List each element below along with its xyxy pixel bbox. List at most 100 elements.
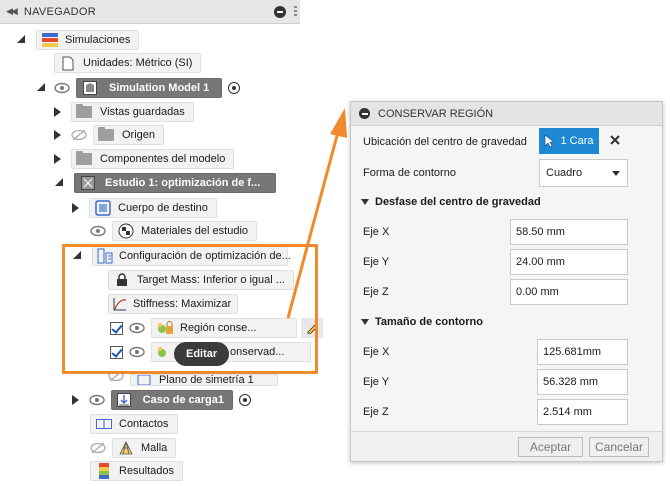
folder-icon	[76, 104, 92, 118]
tree-item-study[interactable]: Estudio 1: optimización de f...	[54, 173, 276, 193]
size-z-label: Eje Z	[363, 406, 389, 418]
preserve-region-dialog: CONSERVAR REGIÓN Ubicación del centro de…	[350, 101, 663, 462]
collapse-section-icon	[361, 199, 369, 205]
expand-arrow-icon[interactable]	[54, 130, 61, 140]
expand-triangle-icon[interactable]	[36, 82, 46, 94]
collapse-icon[interactable]: ◀◀	[6, 6, 18, 17]
tree-item-model-components[interactable]: Componentes del modelo	[54, 149, 235, 169]
expand-arrow-icon[interactable]	[72, 395, 79, 405]
ok-button[interactable]: Aceptar	[518, 437, 583, 457]
shape-dropdown[interactable]: Cuadro	[539, 159, 628, 187]
tree-label: Cuerpo de destino	[118, 202, 208, 214]
size-y-value: 56.328 mm	[543, 376, 599, 388]
materials-icon	[117, 223, 135, 239]
chevron-down-icon	[612, 171, 620, 176]
centroid-row: Ubicación del centro de gravedad	[363, 130, 527, 154]
expand-arrow-icon[interactable]	[54, 107, 61, 117]
size-x-value: 125.681mm	[543, 346, 602, 358]
tree-item-study-materials[interactable]: Materiales del estudio	[90, 221, 258, 241]
mesh-icon	[117, 440, 135, 456]
offset-y-label: Eje Y	[363, 256, 390, 268]
tree-label: Vistas guardadas	[100, 106, 185, 118]
activate-radio-icon[interactable]	[239, 394, 251, 406]
tree-label: Contactos	[119, 418, 169, 430]
clear-selection-icon[interactable]	[608, 133, 622, 147]
face-selection-button[interactable]: 1 Cara	[539, 128, 599, 154]
tree-label: Componentes del modelo	[100, 153, 226, 165]
offset-z-input[interactable]: 0.00 mm	[510, 279, 628, 305]
document-icon	[59, 55, 77, 71]
tree-item-load-case[interactable]: Caso de carga1	[72, 390, 251, 410]
eye-hidden-icon[interactable]	[71, 129, 87, 141]
expand-triangle-icon[interactable]	[16, 34, 26, 46]
contacts-icon	[95, 416, 113, 432]
folder-icon	[98, 127, 114, 141]
collapse-section-icon	[361, 319, 369, 325]
eye-icon[interactable]	[89, 394, 105, 406]
tree-item-results[interactable]: Resultados	[90, 461, 184, 481]
tree-label: Unidades: Métrico (SI)	[83, 57, 193, 69]
size-section-title: Tamaño de contorno	[375, 316, 483, 328]
offset-z-label: Eje Z	[363, 286, 389, 298]
offset-z-row: Eje Z	[363, 280, 389, 304]
shape-value: Cuadro	[546, 167, 583, 179]
dialog-footer: Aceptar Cancelar	[351, 431, 662, 461]
tree-item-model[interactable]: Simulation Model 1	[36, 78, 240, 98]
tree-label: Resultados	[119, 465, 175, 477]
cursor-arrow-icon	[545, 134, 556, 148]
size-y-input[interactable]: 56.328 mm	[537, 369, 628, 395]
size-y-label: Eje Y	[363, 376, 390, 388]
eye-icon[interactable]	[54, 82, 70, 94]
minimize-icon[interactable]	[274, 6, 286, 18]
offset-x-input[interactable]: 58.50 mm	[510, 219, 628, 245]
offset-x-row: Eje X	[363, 220, 389, 244]
grip-icon[interactable]	[294, 6, 297, 18]
target-body-icon	[94, 200, 112, 216]
tree-label: Simulation Model 1	[109, 82, 210, 94]
eye-hidden-icon[interactable]	[90, 442, 106, 454]
dialog-title: CONSERVAR REGIÓN	[378, 107, 494, 120]
expand-arrow-icon[interactable]	[54, 154, 61, 164]
tree-item-units[interactable]: Unidades: Métrico (SI)	[54, 53, 202, 73]
offset-y-row: Eje Y	[363, 250, 389, 274]
offset-y-value: 24.00 mm	[516, 256, 565, 268]
expand-arrow-icon[interactable]	[72, 203, 79, 213]
browser-header: ◀◀ NAVEGADOR	[0, 0, 300, 24]
offset-z-value: 0.00 mm	[516, 286, 559, 298]
size-x-label: Eje X	[363, 346, 390, 358]
activate-radio-icon[interactable]	[228, 82, 240, 94]
collapse-dialog-icon[interactable]	[359, 108, 370, 119]
tree-label: Estudio 1: optimización de f...	[105, 177, 261, 189]
offset-section-title: Desfase del centro de gravedad	[375, 196, 541, 208]
offset-x-value: 58.50 mm	[516, 226, 565, 238]
tree-label: Simulaciones	[65, 34, 131, 46]
load-case-icon	[116, 392, 133, 408]
tree-item-target-body[interactable]: Cuerpo de destino	[72, 198, 217, 218]
expand-triangle-icon[interactable]	[54, 177, 64, 189]
tree-item-named-views[interactable]: Vistas guardadas	[54, 102, 194, 122]
offset-x-label: Eje X	[363, 226, 390, 238]
symmetry-plane-icon	[135, 375, 153, 385]
tree-label: Malla	[141, 442, 168, 454]
centroid-label: Ubicación del centro de gravedad	[363, 136, 527, 148]
tree-item-contacts[interactable]: Contactos	[90, 414, 178, 434]
eye-icon[interactable]	[90, 225, 106, 237]
browser-title: NAVEGADOR	[23, 5, 97, 18]
size-section-header[interactable]: Tamaño de contorno	[361, 314, 483, 330]
size-z-input[interactable]: 2.514 mm	[537, 399, 628, 425]
shape-label: Forma de contorno	[363, 167, 456, 179]
simulation-icon	[41, 32, 59, 48]
tree-label: Materiales del estudio	[141, 225, 249, 237]
tree-item-mesh[interactable]: Malla	[90, 438, 177, 458]
results-icon	[95, 463, 113, 479]
tree-item-origin[interactable]: Origen	[54, 125, 165, 145]
size-z-row: Eje Z	[363, 400, 389, 424]
offset-y-input[interactable]: 24.00 mm	[510, 249, 628, 275]
cancel-button[interactable]: Cancelar	[589, 437, 649, 457]
dialog-header: CONSERVAR REGIÓN	[351, 102, 662, 126]
edit-tooltip: Editar	[174, 342, 230, 366]
offset-section-header[interactable]: Desfase del centro de gravedad	[361, 194, 541, 210]
size-x-row: Eje X	[363, 340, 389, 364]
size-x-input[interactable]: 125.681mm	[537, 339, 628, 365]
tree-item-simulations[interactable]: Simulaciones	[16, 30, 140, 50]
